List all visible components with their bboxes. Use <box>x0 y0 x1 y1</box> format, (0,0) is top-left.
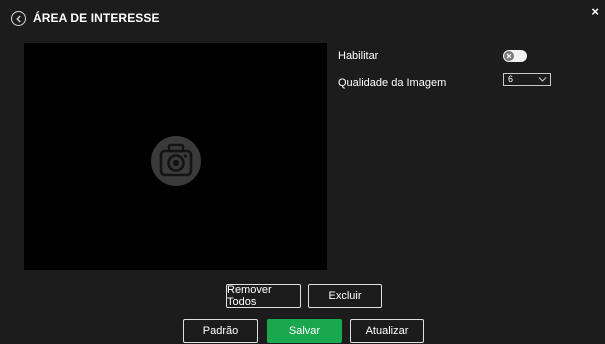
video-preview[interactable] <box>24 43 327 270</box>
page-title: ÁREA DE INTERESSE <box>33 11 160 25</box>
remove-all-button[interactable]: Remover Todos <box>226 284 301 308</box>
refresh-button[interactable]: Atualizar <box>350 319 424 343</box>
camera-icon <box>151 136 201 186</box>
quality-select[interactable]: 6 <box>503 73 551 86</box>
close-button[interactable]: × <box>591 5 599 18</box>
enable-toggle[interactable] <box>503 50 527 62</box>
toggle-off-icon <box>504 51 514 61</box>
back-button[interactable] <box>11 11 26 26</box>
chevron-left-icon <box>15 15 21 22</box>
delete-button[interactable]: Excluir <box>308 284 382 308</box>
quality-value: 6 <box>508 74 514 84</box>
enable-label: Habilitar <box>338 50 379 62</box>
save-button[interactable]: Salvar <box>267 319 342 343</box>
chevron-down-icon <box>538 77 547 82</box>
default-button[interactable]: Padrão <box>183 319 258 343</box>
roi-dialog: ÁREA DE INTERESSE × Habilitar Qualidade … <box>0 0 605 344</box>
quality-label: Qualidade da Imagem <box>338 77 447 89</box>
